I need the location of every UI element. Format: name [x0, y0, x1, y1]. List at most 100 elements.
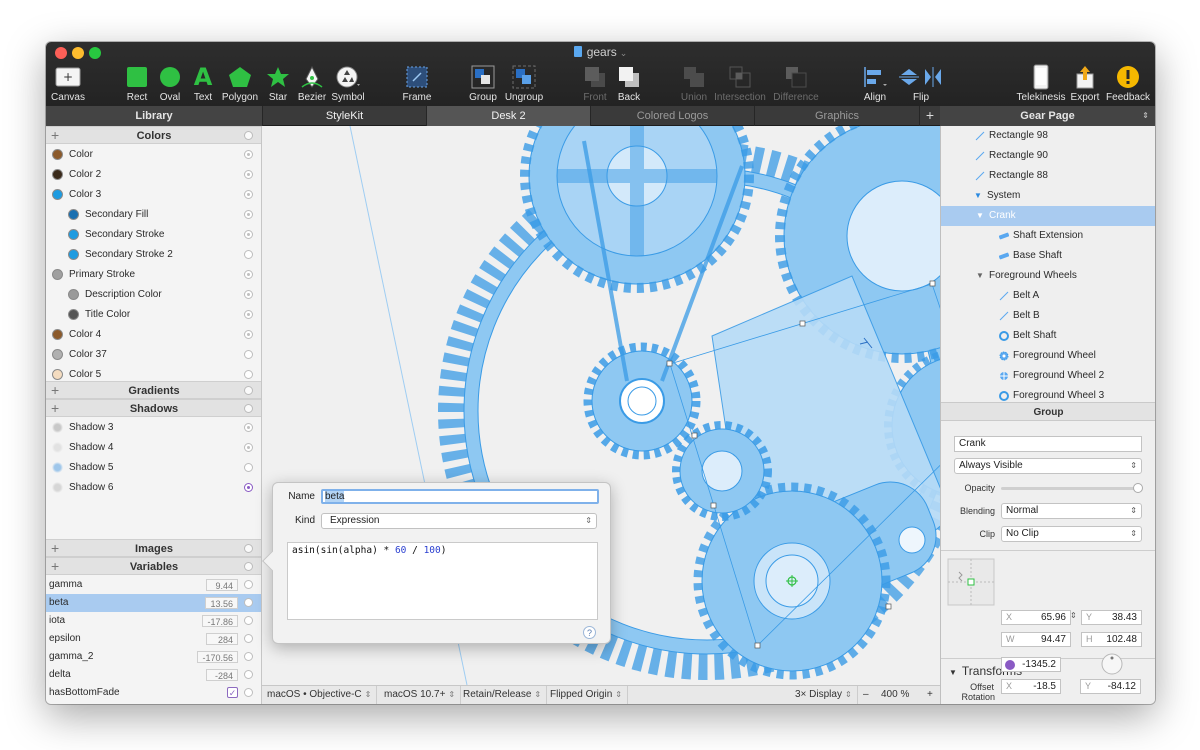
feedback-button[interactable]: Feedback	[1104, 64, 1152, 104]
usage-indicator-icon[interactable]	[244, 688, 253, 697]
rotation-field[interactable]: -1345.2	[1001, 657, 1061, 672]
shadow-item[interactable]: Shadow 5	[46, 458, 261, 478]
layer-row[interactable]: Rectangle 90	[941, 146, 1155, 166]
target-selector[interactable]: macOS 10.7+ ⇕	[379, 686, 462, 704]
group-button[interactable]: Group	[466, 64, 500, 104]
color-swatch[interactable]	[68, 229, 79, 240]
usage-indicator-icon[interactable]	[244, 423, 253, 432]
expression-editor[interactable]: asin(sin(alpha) * 60 / 100)	[287, 542, 598, 620]
color-item[interactable]: Secondary Stroke	[46, 225, 261, 245]
color-swatch[interactable]	[68, 289, 79, 300]
origin-selector[interactable]: Flipped Origin ⇕	[545, 686, 628, 704]
window-title[interactable]: gears ⌄	[46, 45, 1155, 59]
usage-indicator-icon[interactable]	[244, 370, 253, 379]
shadow-item[interactable]: Shadow 4	[46, 438, 261, 458]
bring-to-front-button[interactable]: Front	[578, 64, 612, 104]
add-variable-icon[interactable]: +	[51, 557, 59, 575]
color-swatch[interactable]	[52, 189, 63, 200]
rect-tool-button[interactable]: Rect	[122, 64, 152, 104]
variable-row[interactable]: iota -17.86	[46, 612, 261, 630]
usage-indicator-icon[interactable]	[244, 483, 253, 492]
color-swatch[interactable]	[68, 249, 79, 260]
color-item[interactable]: Title Color	[46, 305, 261, 325]
help-button[interactable]: ?	[583, 626, 596, 639]
usage-indicator-icon[interactable]	[244, 350, 253, 359]
color-swatch[interactable]	[68, 209, 79, 220]
variable-name-input[interactable]: beta	[321, 489, 599, 504]
variable-row[interactable]: gamma 9.44	[46, 576, 261, 594]
usage-indicator-icon[interactable]	[244, 310, 253, 319]
layer-row[interactable]: ▼ System	[941, 186, 1155, 206]
color-item[interactable]: Description Color	[46, 285, 261, 305]
y-field[interactable]: Y 38.43	[1081, 610, 1142, 625]
shadows-section-header[interactable]: + Shadows	[46, 399, 261, 417]
add-image-icon[interactable]: +	[51, 539, 59, 557]
memory-selector[interactable]: Retain/Release ⇕	[458, 686, 548, 704]
anchor-point-icon[interactable]	[947, 558, 995, 606]
disclosure-triangle-icon[interactable]: ▼	[976, 266, 984, 286]
usage-indicator-icon[interactable]	[244, 670, 253, 679]
usage-indicator-icon[interactable]	[244, 616, 253, 625]
usage-indicator-icon[interactable]	[244, 463, 253, 472]
variable-value-field[interactable]: -17.86	[202, 615, 238, 627]
boolean-checkbox[interactable]: ✓	[227, 687, 238, 698]
shadow-swatch[interactable]	[52, 482, 63, 493]
layer-row[interactable]: Belt A	[941, 286, 1155, 306]
disclosure-triangle-icon[interactable]: ▼	[974, 186, 982, 206]
usage-indicator-icon[interactable]	[244, 170, 253, 179]
color-swatch[interactable]	[52, 269, 63, 280]
flip-button[interactable]: Flip	[894, 64, 948, 104]
opacity-slider-knob[interactable]	[1133, 483, 1143, 493]
variable-value-field[interactable]: 9.44	[206, 579, 238, 591]
variable-value-field[interactable]: -284	[206, 669, 238, 681]
layer-row[interactable]: Base Shaft	[941, 246, 1155, 266]
send-to-back-button[interactable]: Back	[612, 64, 646, 104]
color-item[interactable]: Primary Stroke	[46, 265, 261, 285]
difference-button[interactable]: Difference	[770, 64, 822, 104]
blending-select[interactable]: Normal ⇕	[1001, 503, 1142, 519]
align-button[interactable]: Align	[858, 64, 892, 104]
images-section-header[interactable]: + Images	[46, 539, 261, 557]
star-tool-button[interactable]: Star	[263, 64, 293, 104]
width-field[interactable]: W 94.47	[1001, 632, 1071, 647]
variable-row[interactable]: beta 13.56	[46, 594, 261, 612]
frame-tool-button[interactable]: Frame	[400, 64, 434, 104]
shadow-swatch[interactable]	[52, 442, 63, 453]
variable-row[interactable]: gamma_2 -170.56	[46, 648, 261, 666]
boolean-variable-row[interactable]: hasTopFade✓	[46, 702, 261, 704]
zoom-level[interactable]: 400 %	[876, 686, 914, 704]
usage-indicator-icon[interactable]	[244, 250, 253, 259]
variable-link-icon[interactable]	[1005, 660, 1015, 670]
color-swatch[interactable]	[52, 369, 63, 380]
export-button[interactable]: Export	[1068, 64, 1102, 104]
usage-indicator-icon[interactable]	[244, 230, 253, 239]
tab-graphics[interactable]: Graphics	[754, 106, 919, 126]
canvas-tool-button[interactable]: + Canvas	[50, 64, 86, 104]
bezier-tool-button[interactable]: Bezier	[296, 64, 328, 104]
tab-colored-logos[interactable]: Colored Logos	[590, 106, 754, 126]
union-button[interactable]: Union	[676, 64, 712, 104]
layer-row[interactable]: Foreground Wheel 2	[941, 366, 1155, 386]
usage-indicator-icon[interactable]	[244, 443, 253, 452]
boolean-variable-row[interactable]: hasBottomFade ✓	[46, 684, 261, 702]
usage-indicator-icon[interactable]	[244, 652, 253, 661]
oval-tool-button[interactable]: Oval	[155, 64, 185, 104]
layer-row[interactable]: ▼ Foreground Wheels	[941, 266, 1155, 286]
variable-row[interactable]: delta -284	[46, 666, 261, 684]
tab-desk-2[interactable]: Desk 2	[426, 106, 590, 126]
color-item[interactable]: Color 4	[46, 325, 261, 345]
layer-row[interactable]: Shaft Extension	[941, 226, 1155, 246]
layer-row[interactable]: Belt Shaft	[941, 326, 1155, 346]
add-shadow-icon[interactable]: +	[51, 399, 59, 417]
usage-indicator-icon[interactable]	[244, 290, 253, 299]
opacity-slider-track[interactable]	[1001, 487, 1139, 490]
color-item[interactable]: Color 37	[46, 345, 261, 365]
usage-indicator-icon[interactable]	[244, 634, 253, 643]
upper-gear[interactable]	[520, 126, 754, 293]
color-swatch[interactable]	[52, 349, 63, 360]
layer-row[interactable]: Rectangle 88	[941, 166, 1155, 186]
display-selector[interactable]: 3× Display ⇕	[790, 686, 858, 704]
belt-shaft-gear[interactable]	[583, 342, 701, 460]
polygon-tool-button[interactable]: Polygon	[220, 64, 260, 104]
variable-row[interactable]: epsilon 284	[46, 630, 261, 648]
